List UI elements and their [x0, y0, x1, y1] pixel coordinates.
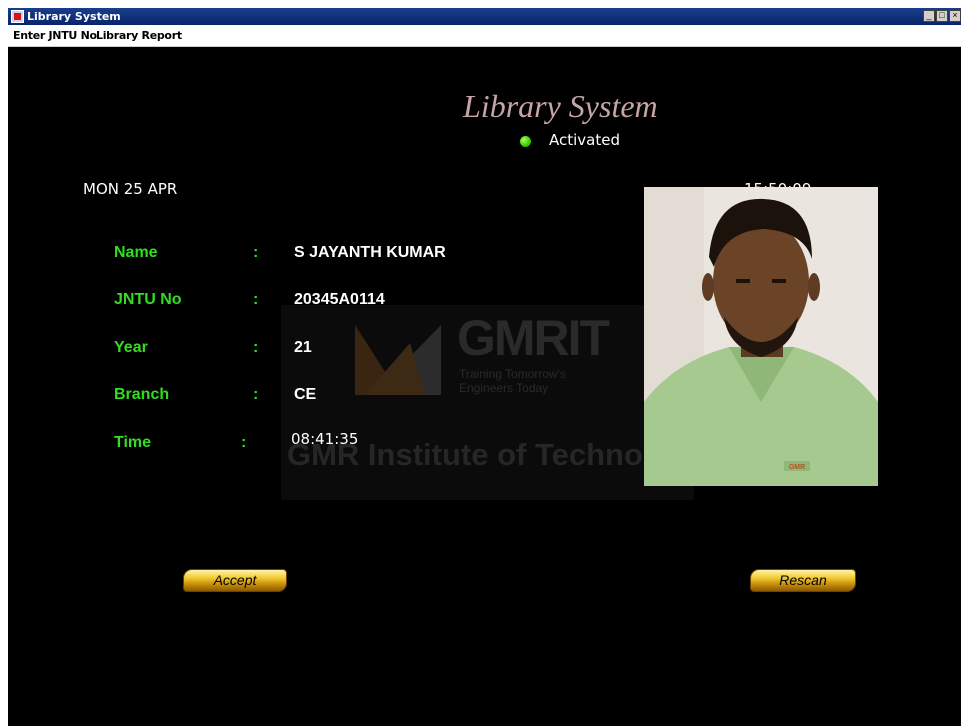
- college-watermark: GMRIT Training Tomorrow's Engineers Toda…: [281, 305, 694, 500]
- menu-enter-jntu-no[interactable]: Enter JNTU No: [13, 29, 97, 42]
- menu-bar: Enter JNTU No Library Report: [8, 25, 961, 47]
- status-indicator-icon: [520, 136, 531, 147]
- branch-separator: :: [253, 386, 259, 403]
- year-value: 21: [294, 339, 312, 356]
- time-value: 08:41:35: [291, 430, 359, 448]
- student-portrait-icon: GMR: [644, 187, 878, 486]
- college-logo-icon: [355, 325, 441, 395]
- student-photo: GMR: [644, 187, 878, 486]
- year-separator: :: [253, 339, 259, 356]
- watermark-tagline: Training Tomorrow's Engineers Today: [459, 367, 566, 395]
- status-text: Activated: [549, 131, 620, 149]
- name-separator: :: [253, 244, 259, 261]
- branch-value: CE: [294, 386, 317, 403]
- close-button[interactable]: ×: [949, 10, 961, 22]
- page-title: Library System: [463, 88, 658, 124]
- year-label: Year: [114, 339, 148, 356]
- app-icon: [11, 10, 24, 23]
- time-separator: :: [241, 434, 247, 451]
- title-bar[interactable]: Library System _ □ ×: [8, 8, 961, 25]
- rescan-button[interactable]: Rescan: [750, 569, 856, 592]
- time-label: Time: [114, 434, 152, 451]
- jntu-value: 20345A0114: [294, 291, 385, 308]
- accept-button[interactable]: Accept: [183, 569, 287, 592]
- minimize-button[interactable]: _: [923, 10, 935, 22]
- jntu-separator: :: [253, 291, 259, 308]
- jntu-label: JNTU No: [114, 291, 182, 308]
- name-value: S JAYANTH KUMAR: [294, 244, 446, 261]
- maximize-button[interactable]: □: [936, 10, 948, 22]
- shirt-badge: GMR: [789, 464, 805, 471]
- name-label: Name: [114, 244, 158, 261]
- branch-label: Branch: [114, 386, 170, 403]
- window-title: Library System: [27, 10, 121, 23]
- date-display: MON 25 APR: [83, 180, 178, 198]
- window-controls: _ □ ×: [923, 10, 961, 22]
- menu-library-report[interactable]: Library Report: [96, 29, 182, 42]
- app-window: Library System _ □ × Enter JNTU No Libra…: [8, 8, 961, 726]
- watermark-brand: GMRIT: [457, 310, 610, 366]
